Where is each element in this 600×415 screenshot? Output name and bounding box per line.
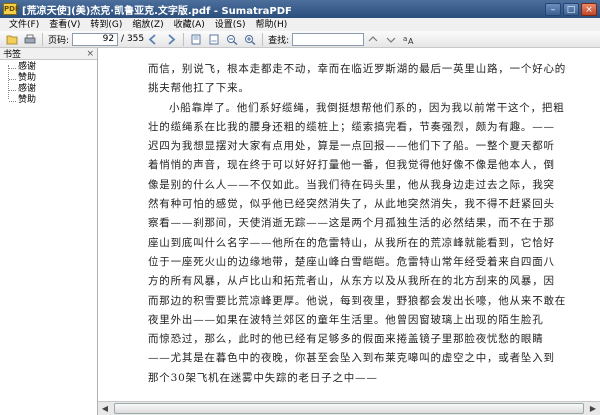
- svg-text:a: a: [403, 35, 407, 43]
- scroll-left-icon[interactable]: ◀: [98, 402, 112, 415]
- text-line: 夜里外出——如果在波特兰郊区的童年生活里。他曾因窗玻璃上出现的陌生脸孔: [148, 313, 544, 326]
- window-title: [荒凉天使](美)杰克·凯鲁亚克.文字版.pdf - SumatraPDF: [22, 5, 292, 17]
- text-line: 方的所有风暴，从卢比山和拓荒者山，从东方以及从我所在的北方刮来的风暴，因: [148, 275, 555, 288]
- bookmark-list: 感谢 赞助 感谢 赞助: [0, 60, 97, 106]
- text-line: 察看——刹那间，天使消逝无踪——这是两个月孤独生活的必然结果，而不在于那: [148, 217, 555, 230]
- text-line: 座山到底叫什么名字——他所在的危雷特山，从我所在的荒凉峰就能看到，它恰好: [148, 236, 555, 249]
- svg-text:A: A: [408, 37, 414, 45]
- open-icon[interactable]: [5, 33, 19, 46]
- title-bar: PDF [荒凉天使](美)杰克·凯鲁亚克.文字版.pdf - SumatraPD…: [0, 0, 600, 18]
- bookmark-item[interactable]: 感谢: [6, 62, 97, 73]
- bookmark-item[interactable]: 感谢: [6, 84, 97, 95]
- scroll-right-icon[interactable]: ▶: [586, 402, 600, 415]
- text-line: 像是别的什么人——不仅如此。当我们待在码头里，他从我身边走过去之际，我突: [148, 178, 555, 191]
- search-next-icon[interactable]: [384, 33, 398, 46]
- menu-bar: 文件(F) 查看(V) 转到(G) 缩放(Z) 收藏(A) 设置(S) 帮助(H…: [0, 18, 600, 31]
- search-label: 查找:: [268, 35, 290, 46]
- page-total: / 355: [121, 34, 145, 44]
- text-line: 迟四为我想显摆对大家有点用处，算是一点回报——他们下了船。一整个夏天都听: [148, 140, 555, 153]
- toolbar: 页码: 92 / 355 查找: aA: [0, 31, 600, 48]
- horizontal-scrollbar[interactable]: ◀ ▶: [98, 401, 600, 415]
- menu-view[interactable]: 查看(V): [44, 19, 85, 31]
- document-page-text: 而信，别说飞，根本走都走不动，幸而在临近罗斯湖的最后一英里山路，一个好心的 挑夫…: [148, 60, 585, 388]
- zoom-in-icon[interactable]: [243, 33, 257, 46]
- bookmarks-sidebar: 书签 × 感谢 赞助 感谢 赞助: [0, 48, 98, 415]
- menu-file[interactable]: 文件(F): [4, 19, 44, 31]
- next-page-icon[interactable]: [164, 33, 178, 46]
- maximize-button[interactable]: □: [563, 2, 579, 16]
- document-view[interactable]: 而信，别说飞，根本走都走不动，幸而在临近罗斯湖的最后一英里山路，一个好心的 挑夫…: [98, 48, 600, 415]
- text-line: 而信，别说飞，根本走都走不动，幸而在临近罗斯湖的最后一英里山路，一个好心的: [148, 63, 567, 75]
- sidebar-close-icon[interactable]: ×: [86, 49, 94, 59]
- menu-goto[interactable]: 转到(G): [85, 19, 127, 31]
- search-input[interactable]: [292, 32, 365, 46]
- page-number-input[interactable]: 92: [72, 32, 119, 46]
- toolbar-separator: [42, 32, 43, 46]
- text-line: 壮的缆绳系在比我的腰身还粗的缆桩上；缆索搞完看，节奏强烈，颇为有趣。——: [148, 120, 555, 133]
- sidebar-header: 书签 ×: [0, 48, 97, 60]
- fit-width-icon[interactable]: [207, 33, 221, 46]
- menu-settings[interactable]: 设置(S): [210, 19, 251, 31]
- sumatra-icon: PDF: [3, 3, 20, 15]
- minimize-button[interactable]: –: [545, 2, 561, 16]
- print-icon[interactable]: [23, 33, 37, 46]
- match-case-icon[interactable]: aA: [402, 33, 418, 46]
- bookmark-item[interactable]: 赞助: [6, 95, 97, 106]
- text-line: 位于一座死火山的边缘地带，楚座山峰白雪皑皑。危雷特山常年经受着来自四面八: [148, 255, 555, 268]
- zoom-out-icon[interactable]: [225, 33, 239, 46]
- text-line: 而那边的积雪要比荒凉峰更厚。他说，每到夜里，野狼都会发出长嚎，他从来不敢在: [148, 294, 567, 307]
- bookmark-item[interactable]: 赞助: [6, 73, 97, 84]
- menu-favorites[interactable]: 收藏(A): [169, 19, 210, 31]
- text-line: 而惊恐过，那么，此时的他已经有足够多的假面来捲盖镜子里那脸夜忧愁的眼睛: [148, 333, 544, 346]
- menu-help[interactable]: 帮助(H): [251, 19, 293, 31]
- toolbar-separator: [262, 32, 264, 46]
- text-line: 着悄悄的声音，现在终于可以好好打量他一番，但我觉得他好像不像是他本人，倒: [148, 159, 555, 172]
- toolbar-separator: [183, 32, 185, 46]
- text-line: 那个30架飞机在迷雾中失踪的老日子之中——: [148, 371, 378, 384]
- fit-page-icon[interactable]: [189, 33, 203, 46]
- text-line: 然有种可怕的感觉，似乎他已经突然消失了，从此地突然消失，我不得不赶紧回头: [148, 198, 555, 211]
- text-line: ——尤其是在暮色中的夜晚，你甚至会坠入到布莱克嗥叫的虚空之中，或者坠入到: [148, 352, 555, 365]
- scrollbar-thumb[interactable]: [114, 403, 584, 414]
- text-line: 挑夫帮他扛了下来。: [148, 82, 250, 95]
- window-controls: – □ ×: [545, 2, 597, 16]
- prev-page-icon[interactable]: [146, 33, 160, 46]
- sidebar-title: 书签: [3, 50, 22, 60]
- text-line: 小船靠岸了。他们系好缆绳，我倒挺想帮他们系的，因为我以前常干这个，把粗: [169, 101, 565, 114]
- menu-zoom[interactable]: 缩放(Z): [127, 19, 168, 31]
- page-label: 页码:: [48, 35, 70, 46]
- close-button[interactable]: ×: [581, 2, 597, 16]
- search-prev-icon[interactable]: [366, 33, 380, 46]
